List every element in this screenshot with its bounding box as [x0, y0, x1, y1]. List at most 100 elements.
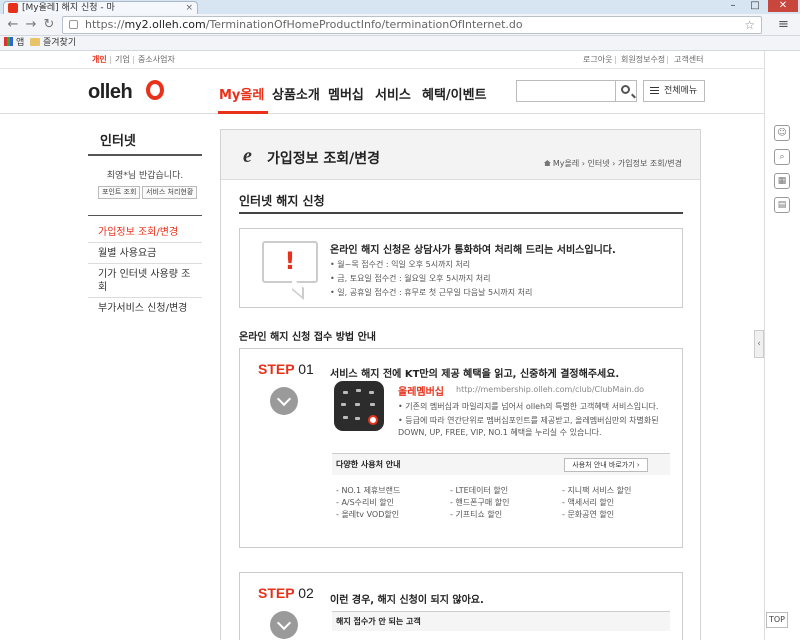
- alert-bubble-icon: !: [262, 241, 318, 283]
- web-page: 개인 기업 중소사업자 로그아웃 회원정보수정 고객센터 olleh My올레 …: [0, 51, 764, 640]
- divider: [133, 56, 134, 64]
- bookmark-apps[interactable]: 앱: [4, 36, 24, 50]
- close-icon[interactable]: ×: [185, 2, 193, 14]
- notice-box: ! 온라인 해지 신청은 상담사가 통화하여 처리해 드리는 서비스입니다. •…: [239, 228, 683, 308]
- util-personal[interactable]: 개인: [92, 51, 107, 69]
- divider: [88, 154, 202, 156]
- hamburger-icon: [650, 87, 659, 88]
- reload-icon[interactable]: ↻: [42, 17, 56, 33]
- person-icon[interactable]: ☺: [774, 125, 790, 141]
- benefit-title: 다양한 사용처 안내: [336, 460, 401, 469]
- content-header: e 가입정보 조회/변경 My올레 › 인터넷 › 가입정보 조회/변경: [221, 130, 700, 180]
- divider: [88, 242, 202, 243]
- calendar-icon[interactable]: ▦: [774, 173, 790, 189]
- notice-item: • 일, 공휴일 접수건 : 휴무로 첫 근무일 다음날 5시까지 처리: [330, 288, 533, 297]
- benefit-item: - 올레tv VOD할인: [336, 510, 400, 519]
- bookmarks-bar: 앱 즐겨찾기: [0, 36, 800, 51]
- extension-sidebar: ☺ ⌕ ▦ ▤: [764, 51, 800, 640]
- sidebar-collapse-icon[interactable]: ‹: [754, 330, 764, 358]
- url-scheme: https://: [85, 18, 125, 31]
- divider: [88, 215, 202, 216]
- bookmark-star-icon[interactable]: ☆: [744, 17, 755, 33]
- browser-tab[interactable]: [My올레] 해지 신청 - 마 ×: [3, 1, 198, 15]
- gnb-membership[interactable]: 멤버십: [328, 84, 364, 103]
- minimize-icon[interactable]: –: [722, 0, 744, 12]
- gnb-my-olleh[interactable]: My올레: [219, 84, 264, 103]
- step-1-box: STEP 01 서비스 해지 전에 KT만의 제공 혜택을 읽고, 신중하게 결…: [239, 348, 683, 548]
- divider: [88, 263, 202, 264]
- step-1-description: 서비스 해지 전에 KT만의 제공 혜택을 읽고, 신중하게 결정해주세요.: [330, 369, 620, 380]
- breadcrumb: My올레 › 인터넷 › 가입정보 조회/변경: [543, 158, 682, 169]
- restriction-title: 해지 접수가 안 되는 고객: [336, 617, 421, 626]
- benefit-item: - LTE데이터 할인: [450, 486, 509, 495]
- util-customer-center[interactable]: 고객센터: [674, 51, 703, 69]
- lnb-item-monthly-fee[interactable]: 월별 사용요금: [98, 247, 198, 260]
- bookmark-favorites-label: 즐겨찾기: [43, 38, 77, 48]
- util-logout[interactable]: 로그아웃: [583, 51, 612, 69]
- membership-item: • 기존의 멤버십과 마일리지를 넘어서 olleh의 특별한 고객혜택 서비스…: [398, 402, 659, 411]
- maximize-icon[interactable]: □: [744, 0, 766, 12]
- browser-titlebar: [My올레] 해지 신청 - 마 × – □ ✕: [0, 0, 800, 15]
- notice-item: • 금, 토요일 접수건 : 월요일 오후 5시까지 처리: [330, 274, 491, 283]
- window-close-icon[interactable]: ✕: [768, 0, 798, 12]
- benefit-item: - A/S수리비 할인: [336, 498, 395, 507]
- restriction-bar: 해지 접수가 안 되는 고객: [332, 611, 670, 631]
- step-1-label: STEP 01: [258, 361, 314, 377]
- gnb-products[interactable]: 상품소개: [272, 84, 320, 103]
- search-document-icon[interactable]: ⌕: [774, 149, 790, 165]
- clipboard-icon[interactable]: ▤: [774, 197, 790, 213]
- divider: [667, 56, 668, 64]
- lnb-title: 인터넷: [100, 134, 136, 149]
- olleh-logo[interactable]: olleh: [88, 81, 133, 104]
- url-path: /TerminationOfHomeProductInfo/terminatio…: [205, 18, 523, 31]
- benefit-item: - NO.1 제휴브랜드: [336, 486, 401, 495]
- address-bar[interactable]: https://my2.olleh.com/TerminationOfHomeP…: [62, 16, 762, 34]
- breadcrumb-text: My올레 › 인터넷 › 가입정보 조회/변경: [552, 159, 682, 168]
- step-2-box: STEP 02 이런 경우, 해지 신청이 되지 않아요. 해지 접수가 안 되…: [239, 572, 683, 640]
- step-2-label: STEP 02: [258, 585, 314, 601]
- page-title: 가입정보 조회/변경: [267, 151, 381, 167]
- benefit-item: - 지니팩 서비스 할인: [562, 486, 632, 495]
- chevron-down-icon[interactable]: [270, 611, 298, 639]
- browser-toolbar: ← → ↻ https://my2.olleh.com/TerminationO…: [0, 14, 800, 36]
- util-smb[interactable]: 중소사업자: [138, 51, 175, 69]
- back-icon[interactable]: ←: [6, 17, 20, 33]
- olleh-favicon-icon: [8, 3, 18, 13]
- benefit-bar: 다양한 사용처 안내 사용처 안내 바로가기 ›: [332, 453, 670, 475]
- search-button[interactable]: [615, 80, 637, 102]
- bookmark-favorites[interactable]: 즐겨찾기: [30, 36, 76, 50]
- step-2-description: 이런 경우, 해지 신청이 되지 않아요.: [330, 595, 484, 606]
- membership-item: • 등급에 따라 연간단위로 멤버십포인트를 제공받고, 올레멤버십만의 차별화…: [398, 416, 659, 437]
- all-menu-button[interactable]: 전체메뉴: [643, 80, 705, 102]
- olleh-logo-mark-icon: [368, 415, 378, 425]
- benefit-item: - 기프티쇼 할인: [450, 510, 503, 519]
- util-member-info[interactable]: 회원정보수정: [621, 51, 665, 69]
- search-input[interactable]: [516, 80, 616, 102]
- chevron-down-icon[interactable]: [270, 387, 298, 415]
- forward-icon[interactable]: →: [24, 17, 38, 33]
- scroll-top-button[interactable]: TOP: [766, 612, 788, 628]
- global-nav: olleh My올레 상품소개 멤버십 서비스 혜택/이벤트 전체메뉴: [0, 69, 764, 114]
- lnb-item-giga-usage[interactable]: 기가 인터넷 사용량 조회: [98, 268, 198, 294]
- lnb-item-subscription[interactable]: 가입정보 조회/변경: [98, 226, 198, 239]
- service-status-button[interactable]: 서비스 처리현황: [142, 186, 198, 199]
- greeting-text: 최영*님 반갑습니다.: [106, 171, 184, 181]
- e-logo-icon: e: [243, 145, 252, 167]
- browser-menu-icon[interactable]: ≡: [778, 17, 789, 32]
- url-host: my2.olleh.com: [124, 18, 206, 31]
- main-content: e 가입정보 조회/변경 My올레 › 인터넷 › 가입정보 조회/변경 인터넷…: [220, 129, 701, 640]
- divider: [88, 297, 202, 298]
- benefit-item: - 핸드폰구매 할인: [450, 498, 510, 507]
- benefit-link-button[interactable]: 사용처 안내 바로가기 ›: [564, 458, 648, 472]
- gnb-events[interactable]: 혜택/이벤트: [422, 84, 487, 103]
- active-nav-indicator: [218, 111, 268, 114]
- membership-url[interactable]: http://membership.olleh.com/club/ClubMai…: [456, 385, 644, 394]
- point-inquiry-button[interactable]: 포인트 조회: [98, 186, 141, 199]
- util-business[interactable]: 기업: [115, 51, 130, 69]
- gnb-service[interactable]: 서비스: [375, 84, 411, 103]
- lnb-item-addon[interactable]: 부가서비스 신청/변경: [98, 302, 198, 315]
- folder-icon: [30, 38, 40, 46]
- home-icon: [543, 160, 551, 166]
- bookmark-apps-label: 앱: [16, 38, 25, 48]
- membership-name[interactable]: 올레멤버십: [398, 383, 444, 398]
